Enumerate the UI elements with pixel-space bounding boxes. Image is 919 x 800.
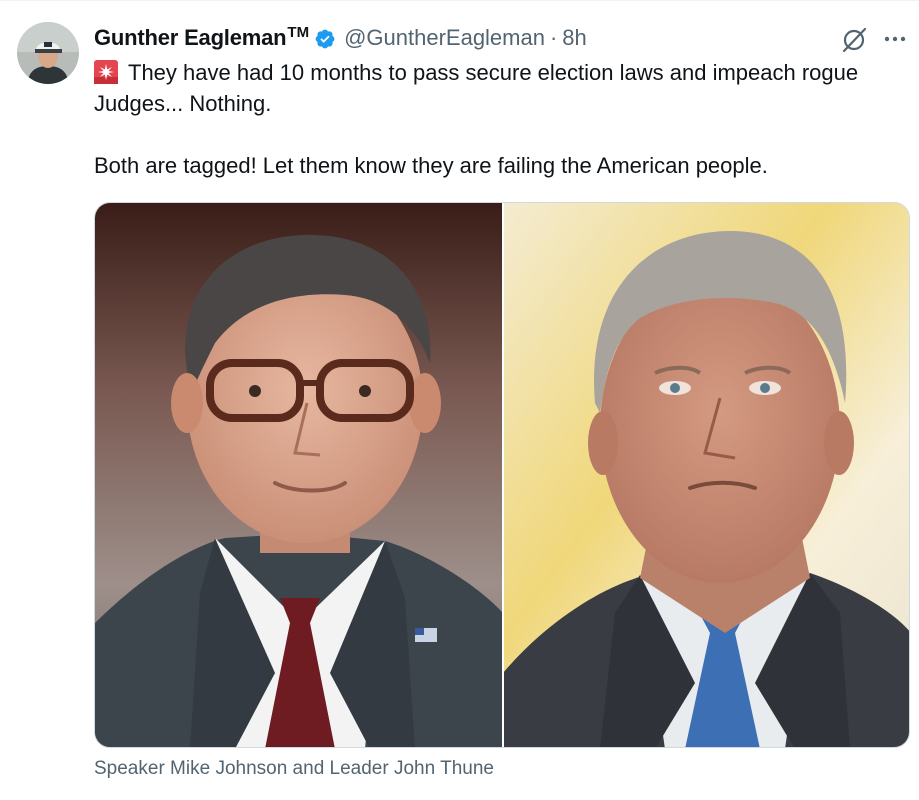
more-options-icon[interactable] xyxy=(882,29,910,49)
tweet-media-image[interactable] xyxy=(94,202,910,748)
man-with-glasses-portrait xyxy=(95,203,503,747)
tweet-text: They have had 10 months to pass secure e… xyxy=(94,57,894,181)
media-caption: Speaker Mike Johnson and Leader John Thu… xyxy=(94,758,494,779)
tweet-header: Gunther Eagleman TM @GuntherEagleman · 8… xyxy=(94,22,587,54)
trademark-symbol: TM xyxy=(287,24,310,41)
grok-icon[interactable] xyxy=(840,26,868,54)
author-display-name[interactable]: Gunther Eagleman xyxy=(94,22,287,54)
tweet-line-1: They have had 10 months to pass secure e… xyxy=(94,60,859,116)
tweet-timestamp[interactable]: 8h xyxy=(562,22,586,54)
tweet-paragraph-1: They have had 10 months to pass secure e… xyxy=(94,57,894,119)
gray-haired-man-portrait xyxy=(503,203,909,747)
author-avatar[interactable] xyxy=(17,22,79,84)
divider xyxy=(0,0,919,1)
tweet-paragraph-2: Both are tagged! Let them know they are … xyxy=(94,153,768,178)
verified-badge-icon[interactable] xyxy=(314,27,336,49)
author-handle[interactable]: @GuntherEagleman xyxy=(344,22,545,54)
siren-emoji-icon xyxy=(94,60,118,84)
tweet-card[interactable]: Gunther Eagleman TM @GuntherEagleman · 8… xyxy=(0,0,919,800)
separator-dot: · xyxy=(549,25,558,50)
